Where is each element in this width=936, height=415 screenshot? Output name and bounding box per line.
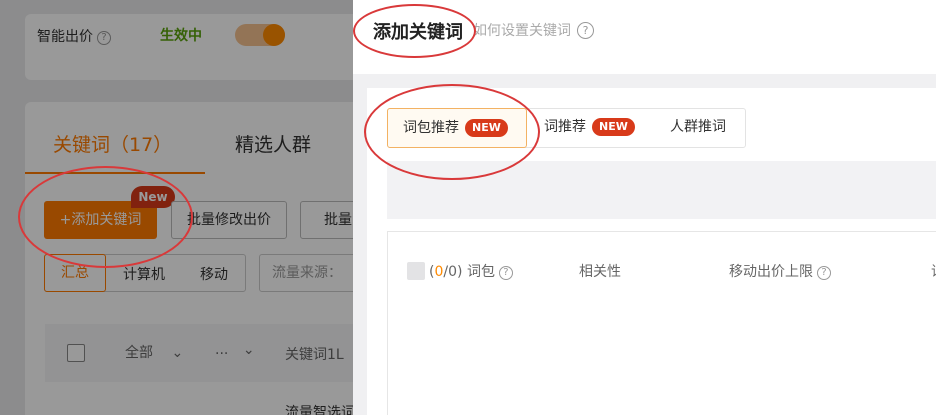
column-truncated: 词 bbox=[931, 261, 936, 281]
tab-label: 人群推词 bbox=[670, 119, 726, 135]
drawer-header: 添加关键词 如何设置关键词? bbox=[353, 0, 936, 74]
recommend-tabs: 词包推荐 NEW 词推荐 NEW 人群推词 bbox=[387, 108, 746, 148]
drawer-title: 添加关键词 bbox=[373, 22, 463, 43]
help-link-text: 如何设置关键词 bbox=[473, 23, 571, 39]
new-badge: NEW bbox=[592, 118, 635, 136]
tab-label: 词推荐 bbox=[544, 119, 586, 135]
add-keyword-drawer: 添加关键词 如何设置关键词? 词包推荐 NEW 词推荐 NEW 人群推词 (0/0)… bbox=[353, 0, 936, 415]
tab-word-recommend[interactable]: 词推荐 NEW bbox=[544, 108, 654, 148]
help-icon[interactable]: ? bbox=[577, 22, 594, 39]
package-table-header: (0/0) 词包? 相关性 移动出价上限? 词 bbox=[388, 232, 936, 308]
selected-number: 0 bbox=[434, 264, 444, 280]
column-mobile-bid-limit: 移动出价上限? bbox=[729, 261, 831, 281]
tab-label: 词包推荐 bbox=[403, 120, 459, 136]
tab-package-recommend[interactable]: 词包推荐 NEW bbox=[387, 108, 527, 148]
new-badge: NEW bbox=[465, 119, 508, 137]
total-number: 0 bbox=[448, 264, 458, 280]
tab-crowd-words[interactable]: 人群推词 bbox=[670, 108, 746, 148]
modal-overlay[interactable] bbox=[0, 0, 353, 415]
drawer-body: 词包推荐 NEW 词推荐 NEW 人群推词 (0/0) 词包? 相关性 移动出价上限… bbox=[367, 88, 936, 415]
column-mobile-bid-label: 移动出价上限 bbox=[729, 264, 813, 280]
how-to-set-keywords-link[interactable]: 如何设置关键词? bbox=[473, 20, 594, 40]
help-icon[interactable]: ? bbox=[498, 266, 513, 280]
package-table: (0/0) 词包? 相关性 移动出价上限? 词 bbox=[387, 231, 936, 415]
help-icon[interactable]: ? bbox=[817, 266, 831, 280]
selected-count: (0/0) 词包? bbox=[429, 261, 513, 281]
select-all-checkbox[interactable] bbox=[407, 262, 425, 280]
filter-band bbox=[387, 161, 936, 219]
column-relevance: 相关性 bbox=[579, 264, 621, 280]
column-package-label: 词包 bbox=[466, 264, 495, 280]
